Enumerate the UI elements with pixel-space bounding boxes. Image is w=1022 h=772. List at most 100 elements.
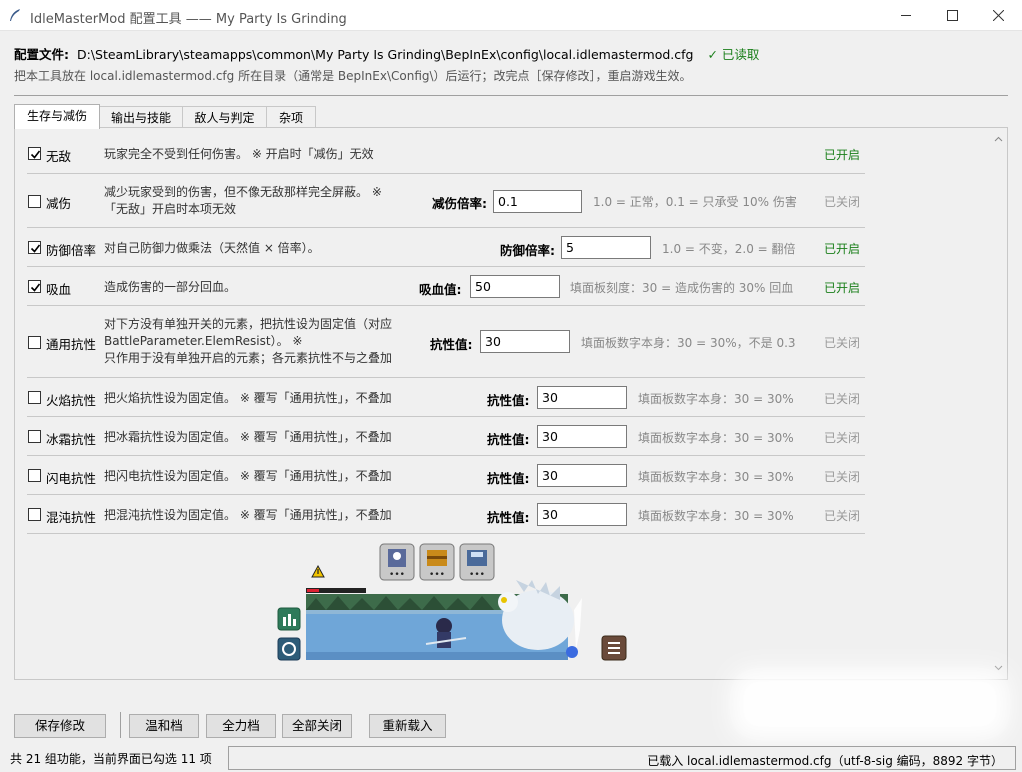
check-icon	[30, 283, 41, 292]
feature-description: 对下方没有单独开关的元素，把抗性设为固定值（对应 BattleParameter.…	[104, 317, 393, 365]
maximize-icon	[947, 10, 958, 21]
param-hint: 填面板数字本身：30 = 30%，不是 0.3	[581, 336, 796, 350]
checkbox-damage-reduction[interactable]	[28, 195, 41, 208]
tab-misc[interactable]: 杂项	[266, 106, 316, 129]
reload-button[interactable]: 重新载入	[369, 714, 446, 738]
param-label: 抗性值:	[487, 510, 530, 525]
status-label: 已关闭	[824, 509, 861, 523]
feature-row-fire-resist: 火焰抗性 把火焰抗性设为固定值。 ※ 覆写「通用抗性」，不叠加 抗性值: 30 …	[27, 378, 865, 417]
param-hint: 填面板刻度：30 = 造成伤害的 30% 回血	[570, 281, 794, 295]
feature-name: 减伤	[46, 196, 72, 211]
skill-icon-chest[interactable]: •••	[419, 543, 455, 581]
all-off-button[interactable]: 全部关闭	[282, 714, 352, 738]
status-label: 已关闭	[824, 195, 861, 209]
menu-icon[interactable]	[601, 635, 627, 661]
param-label: 吸血值:	[419, 282, 462, 297]
feature-row-lifesteal: 吸血 造成伤害的一部分回血。 吸血值: 50 填面板刻度：30 = 造成伤害的 …	[27, 267, 865, 306]
selection-count: 共 21 组功能，当前界面已勾选 11 项	[10, 752, 212, 766]
param-hint: 1.0 = 不变，2.0 = 翻倍	[662, 242, 796, 256]
feature-name: 火焰抗性	[46, 393, 97, 408]
feature-description: 把火焰抗性设为固定值。 ※ 覆写「通用抗性」，不叠加	[104, 391, 392, 405]
param-label: 抗性值:	[487, 432, 530, 447]
feature-description: 把混沌抗性设为固定值。 ※ 覆写「通用抗性」，不叠加	[104, 508, 392, 522]
status-label: 已关闭	[824, 392, 861, 406]
feature-row-chaos-resist: 混沌抗性 把混沌抗性设为固定值。 ※ 覆写「通用抗性」，不叠加 抗性值: 30 …	[27, 495, 865, 534]
feature-name: 混沌抗性	[46, 510, 97, 525]
lightning-resist-input[interactable]: 30	[537, 464, 627, 487]
damage-multiplier-input[interactable]: 0.1	[493, 190, 582, 213]
checkbox-frost-resist[interactable]	[28, 430, 41, 443]
param-label: 抗性值:	[430, 337, 473, 352]
button-separator	[120, 712, 121, 738]
skill-icon-save[interactable]: •••	[459, 543, 495, 581]
checkbox-fire-resist[interactable]	[28, 391, 41, 404]
svg-text:•••: •••	[389, 570, 405, 580]
feature-row-defense-multiplier: 防御倍率 对自己防御力做乘法（天然值 × 倍率）。 防御倍率: 5 1.0 = …	[27, 228, 865, 267]
param-hint: 填面板数字本身：30 = 30%	[638, 431, 794, 445]
checkbox-defense-multiplier[interactable]	[28, 241, 41, 254]
close-button[interactable]	[976, 0, 1022, 31]
check-icon	[30, 150, 41, 159]
maximize-button[interactable]	[930, 0, 976, 31]
feature-name: 吸血	[46, 282, 72, 297]
skill-icon-warrior[interactable]: •••	[379, 543, 415, 581]
chaos-resist-input[interactable]: 30	[537, 503, 627, 526]
fire-resist-input[interactable]: 30	[537, 386, 627, 409]
full-preset-button[interactable]: 全力档	[206, 714, 276, 738]
divider	[14, 95, 1008, 96]
usage-hint: 把本工具放在 local.idlemastermod.cfg 所在目录（通常是 …	[14, 69, 692, 83]
status-label: 已开启	[824, 281, 861, 295]
feature-description: 对自己防御力做乘法（天然值 × 倍率）。	[104, 241, 320, 255]
vertical-scrollbar[interactable]	[991, 129, 1006, 678]
feature-description: 把闪电抗性设为固定值。 ※ 覆写「通用抗性」，不叠加	[104, 469, 392, 483]
frost-resist-input[interactable]: 30	[537, 425, 627, 448]
feature-row-general-resist: 通用抗性 对下方没有单独开关的元素，把抗性设为固定值（对应 BattleParam…	[27, 306, 865, 378]
minimize-button[interactable]	[884, 0, 930, 31]
feature-row-invincible: 无敌 玩家完全不受到任何伤害。 ※ 开启时「减伤」无效 已开启	[27, 132, 865, 174]
minimize-icon	[901, 15, 911, 16]
tab-survival[interactable]: 生存与减伤	[14, 104, 100, 129]
refresh-icon[interactable]	[277, 637, 301, 661]
check-icon	[30, 244, 41, 253]
status-label: 已开启	[824, 242, 861, 256]
load-status-text: 已载入 local.idlemastermod.cfg（utf-8-sig 编码…	[647, 754, 1003, 768]
feature-name: 防御倍率	[46, 243, 97, 258]
feature-name: 冰霜抗性	[46, 432, 97, 447]
config-read-status: ✓ 已读取	[707, 47, 760, 62]
title-bar: IdleMasterMod 配置工具 —— My Party Is Grindi…	[0, 0, 1022, 31]
feature-row-lightning-resist: 闪电抗性 把闪电抗性设为固定值。 ※ 覆写「通用抗性」，不叠加 抗性值: 30 …	[27, 456, 865, 495]
defense-multiplier-input[interactable]: 5	[561, 236, 651, 259]
param-label: 减伤倍率:	[432, 196, 487, 211]
config-file-label: 配置文件:	[14, 47, 69, 62]
status-label: 已开启	[824, 148, 861, 162]
stats-icon[interactable]	[277, 607, 301, 631]
feature-description: 造成伤害的一部分回血。	[104, 280, 237, 294]
param-hint: 填面板数字本身：30 = 30%	[638, 470, 794, 484]
checkbox-lifesteal[interactable]	[28, 280, 41, 293]
scroll-up-icon[interactable]	[994, 135, 1003, 144]
save-button[interactable]: 保存修改	[14, 714, 106, 738]
svg-text:•••: •••	[429, 570, 445, 580]
checkbox-chaos-resist[interactable]	[28, 508, 41, 521]
param-hint: 填面板数字本身：30 = 30%	[638, 392, 794, 406]
checkbox-lightning-resist[interactable]	[28, 469, 41, 482]
checkbox-invincible[interactable]	[28, 147, 41, 160]
config-file-line: 配置文件: D:\SteamLibrary\steamapps\common\M…	[14, 44, 759, 63]
tab-enemy-judgement[interactable]: 敌人与判定	[182, 106, 267, 129]
mild-preset-button[interactable]: 温和档	[129, 714, 199, 738]
param-label: 抗性值:	[487, 471, 530, 486]
feature-name: 闪电抗性	[46, 471, 97, 486]
general-resist-input[interactable]: 30	[480, 330, 570, 353]
feature-description: 玩家完全不受到任何伤害。 ※ 开启时「减伤」无效	[104, 147, 374, 161]
feature-name: 无敌	[46, 149, 72, 164]
param-label: 防御倍率:	[500, 243, 555, 258]
feature-description: 减少玩家受到的伤害，但不像无敌那样完全屏蔽。 ※ 「无敌」开启时本项无效	[104, 185, 382, 216]
feature-row-damage-reduction: 减伤 减少玩家受到的伤害，但不像无敌那样完全屏蔽。 ※ 「无敌」开启时本项无效 减…	[27, 174, 865, 228]
feature-description: 把冰霜抗性设为固定值。 ※ 覆写「通用抗性」，不叠加	[104, 430, 392, 444]
svg-text:•••: •••	[469, 570, 485, 580]
status-label: 已关闭	[824, 431, 861, 445]
lifesteal-input[interactable]: 50	[470, 275, 560, 298]
window-title: IdleMasterMod 配置工具 —— My Party Is Grindi…	[30, 12, 347, 27]
tab-output-skills[interactable]: 输出与技能	[99, 106, 183, 129]
checkbox-general-resist[interactable]	[28, 336, 41, 349]
